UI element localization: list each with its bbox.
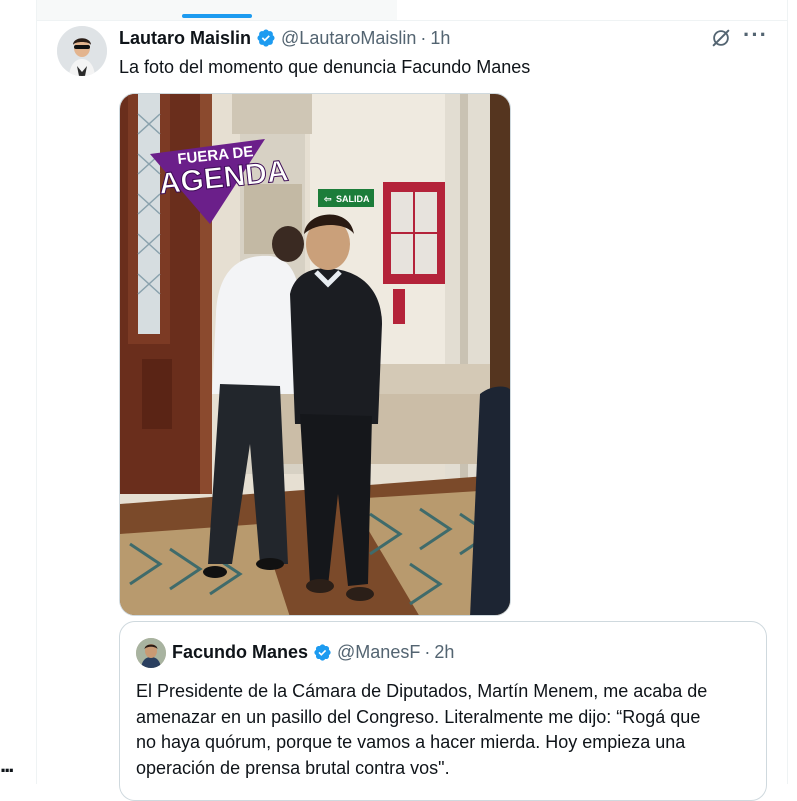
tweet-photo[interactable]: ⇦ SALIDA FUERA DE AGENDA <box>119 93 511 616</box>
quoted-text-line: El Presidente de la Cámara de Diputados,… <box>136 681 708 701</box>
tweet-text: La foto del momento que denuncia Facundo… <box>119 57 531 77</box>
quoted-author-handle[interactable]: @ManesF <box>337 642 420 663</box>
quoted-tweet[interactable]: Facundo Manes @ManesF · 2h El Presidente… <box>119 621 767 801</box>
quoted-header-separator: · <box>424 642 431 662</box>
active-tab-indicator <box>182 14 252 18</box>
header-separator: · <box>420 27 427 48</box>
quoted-tweet-text: El Presidente de la Cámara de Diputados,… <box>136 679 756 781</box>
tweet-header: Lautaro Maislin @LautaroMaislin · 1h <box>119 27 450 49</box>
verified-badge-icon <box>313 643 332 662</box>
tweet-timestamp[interactable]: 1h <box>430 28 450 49</box>
more-options-icon[interactable]: ··· <box>743 24 767 48</box>
quoted-text-line: amenazar en un pasillo del Congreso. Lit… <box>136 706 701 727</box>
quoted-author-name[interactable]: Facundo Manes <box>172 642 308 663</box>
quoted-text-line: operación de prensa brutal contra vos". <box>136 757 450 778</box>
author-name[interactable]: Lautaro Maislin <box>119 28 251 49</box>
verified-badge-icon <box>256 28 276 48</box>
exit-sign-text: SALIDA <box>336 194 370 204</box>
photo-scene: ⇦ SALIDA FUERA DE AGENDA <box>120 94 510 615</box>
quoted-author-avatar[interactable] <box>136 638 166 668</box>
more-dots-fragment[interactable]: ... <box>0 752 14 778</box>
timeline-tabs <box>37 0 787 21</box>
grok-icon[interactable] <box>710 27 732 49</box>
quoted-tweet-header: Facundo Manes @ManesF · 2h <box>172 642 454 663</box>
quoted-text-line: no haya quórum, porque te vamos a hacer … <box>136 732 686 752</box>
quoted-tweet-timestamp[interactable]: 2h <box>434 642 454 663</box>
svg-text:⇦: ⇦ <box>323 194 332 204</box>
author-avatar[interactable] <box>57 26 107 76</box>
timeline-column: Lautaro Maislin @LautaroMaislin · 1h ···… <box>36 0 788 801</box>
author-handle[interactable]: @LautaroMaislin <box>281 28 416 49</box>
left-rail: ... <box>0 0 36 784</box>
